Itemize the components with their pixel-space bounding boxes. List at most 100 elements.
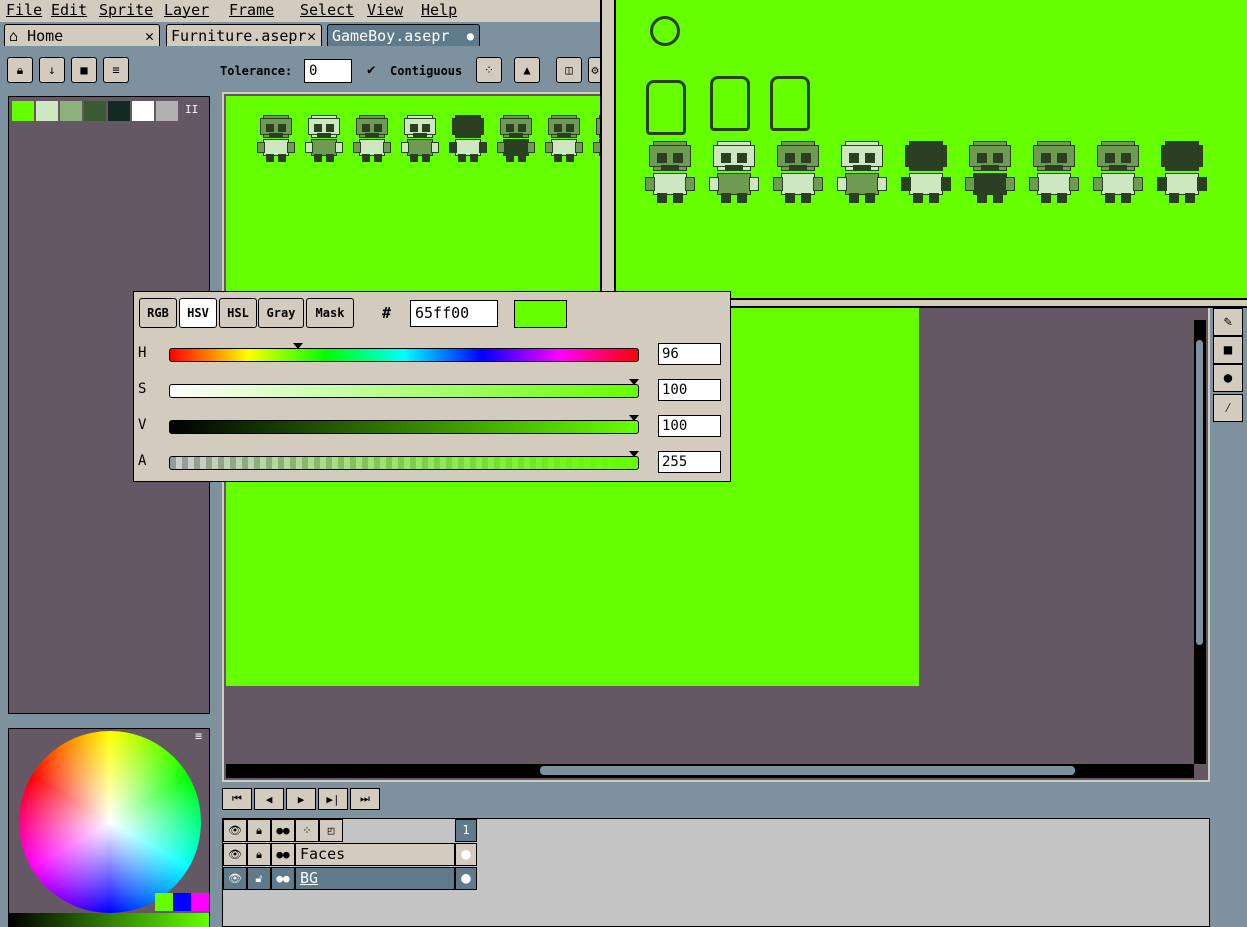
onion-icon[interactable]: ◰	[319, 819, 343, 842]
tolerance-input[interactable]: 0	[304, 59, 352, 83]
palette-swatch[interactable]	[12, 101, 34, 121]
cel-icon[interactable]: ●	[455, 843, 477, 866]
lock-icon[interactable]: 🔒︎	[247, 843, 271, 866]
continuous-icon[interactable]: ●●	[271, 843, 295, 866]
sample-icon[interactable]: ◫	[556, 57, 582, 83]
tab-gameboy-label: GameBoy.asepr	[332, 27, 450, 45]
cel-icon[interactable]: ●	[455, 867, 477, 890]
play-button[interactable]: ▶	[286, 788, 316, 810]
value-bar[interactable]	[9, 913, 209, 927]
horizontal-scrollbar[interactable]	[540, 766, 1075, 775]
checkbox-contiguous[interactable]: ✔	[367, 62, 375, 78]
first-frame-button[interactable]: ⏮	[222, 788, 252, 810]
lock-icon[interactable]: 🔒︎	[247, 819, 271, 842]
alpha-thumb[interactable]	[629, 451, 639, 457]
eye-icon[interactable]: 👁︎	[223, 819, 247, 842]
rect-icon[interactable]: ■	[1213, 336, 1243, 364]
mode-hsv-button[interactable]: HSV	[179, 298, 217, 328]
contiguous-label: Contiguous	[390, 64, 463, 78]
swatch-blue[interactable]	[173, 893, 191, 911]
next-frame-button[interactable]: ▶|	[318, 788, 348, 810]
vertical-scrollbar[interactable]	[1196, 340, 1203, 645]
menu-select[interactable]: Select	[300, 1, 354, 19]
h-label: H	[138, 345, 147, 361]
tab-home[interactable]: ⌂ Home ✕	[4, 24, 160, 46]
pencil-icon[interactable]: ✎	[1213, 308, 1243, 336]
mode-rgb-button[interactable]: RGB	[139, 298, 177, 328]
eye-icon[interactable]: 👁︎	[223, 867, 247, 890]
face-outline	[710, 76, 750, 131]
lock-icon[interactable]: 🔓︎	[247, 867, 271, 890]
menu-edit[interactable]: Edit	[51, 1, 87, 19]
continuous-icon[interactable]: ●●	[271, 867, 295, 890]
timeline: 👁︎ 🔒︎ ●● ⁘ ◰ 1 👁︎ 🔒︎ ●● Faces ● 👁︎ 🔓︎ ●●…	[222, 818, 1210, 927]
saturation-value[interactable]: 100	[658, 379, 721, 401]
continuous-icon[interactable]: ●●	[271, 819, 295, 842]
current-color-preview	[514, 300, 567, 328]
tab-gameboy[interactable]: GameBoy.asepr ●	[327, 24, 480, 46]
square-icon[interactable]: ■	[71, 57, 97, 83]
palette-swatch[interactable]	[60, 101, 82, 121]
layer-name[interactable]: Faces	[295, 843, 455, 866]
hex-hash-label: #	[382, 304, 392, 322]
swatch-green[interactable]	[155, 893, 173, 911]
palette-swatch[interactable]	[156, 101, 178, 121]
v-label: V	[138, 417, 147, 433]
menu-view[interactable]: View	[367, 1, 403, 19]
menu-frame[interactable]: Frame	[229, 1, 274, 19]
alpha-value[interactable]: 255	[658, 451, 721, 473]
sprite-characters	[250, 98, 631, 162]
close-icon[interactable]: ✕	[307, 25, 316, 47]
close-icon[interactable]: ✕	[145, 25, 154, 47]
mode-gray-button[interactable]: Gray	[258, 298, 304, 328]
smiley-icon	[650, 16, 680, 46]
value-thumb[interactable]	[629, 415, 639, 421]
layer-name[interactable]: BG	[295, 867, 455, 890]
palette-swatch[interactable]	[84, 101, 106, 121]
eye-icon[interactable]: 👁︎	[223, 843, 247, 866]
face-outline	[770, 76, 810, 131]
mode-mask-button[interactable]: Mask	[306, 298, 354, 328]
hue-slider[interactable]	[169, 348, 639, 362]
alpha-slider[interactable]	[169, 456, 639, 470]
s-label: S	[138, 381, 147, 397]
lock-icon[interactable]: 🔒︎	[7, 57, 33, 83]
palette-swatch[interactable]	[108, 101, 130, 121]
prev-frame-button[interactable]: ◀	[254, 788, 284, 810]
swatch-magenta[interactable]	[191, 893, 209, 911]
pixel-connectivity-icon[interactable]: ⁘	[476, 57, 502, 83]
tolerance-label: Tolerance:	[220, 64, 293, 78]
palette-swatch[interactable]	[132, 101, 154, 121]
last-frame-button[interactable]: ⏭	[350, 788, 380, 810]
tab-furniture-label: Furniture.asepr	[171, 27, 307, 45]
menu-file[interactable]: File	[6, 1, 42, 19]
layer-row-faces[interactable]: 👁︎ 🔒︎ ●● Faces ●	[223, 843, 477, 867]
spray-icon[interactable]: ⁄	[1213, 394, 1243, 422]
hue-value[interactable]: 96	[658, 343, 721, 365]
arrow-down-icon[interactable]: ↓	[39, 57, 65, 83]
color-wheel[interactable]	[19, 731, 201, 913]
modified-dot-icon[interactable]: ●	[467, 25, 474, 47]
palette-swatch[interactable]	[36, 101, 58, 121]
hue-thumb[interactable]	[293, 343, 304, 349]
menu-sprite[interactable]: Sprite	[99, 1, 153, 19]
frame-number[interactable]: 1	[455, 819, 477, 842]
value-value[interactable]: 100	[658, 415, 721, 437]
saturation-thumb[interactable]	[629, 379, 639, 385]
bucket-icon[interactable]: ▲	[514, 57, 540, 83]
home-icon: ⌂	[9, 27, 19, 45]
timeline-header: 👁︎ 🔒︎ ●● ⁘ ◰ 1	[223, 819, 477, 843]
menu-help[interactable]: Help	[421, 1, 457, 19]
hex-input[interactable]: 65ff00	[410, 300, 498, 327]
palette-menu-icon[interactable]: II	[185, 103, 198, 116]
link-icon[interactable]: ⁘	[295, 819, 319, 842]
menu-layer[interactable]: Layer	[164, 1, 209, 19]
menu-icon[interactable]: ≡	[195, 729, 202, 743]
tab-furniture[interactable]: Furniture.asepr ✕	[166, 24, 322, 46]
layer-row-bg[interactable]: 👁︎ 🔓︎ ●● BG ●	[223, 867, 477, 891]
blob-icon[interactable]: ●	[1213, 364, 1243, 392]
mode-hsl-button[interactable]: HSL	[219, 298, 257, 328]
saturation-slider[interactable]	[169, 384, 639, 398]
value-slider[interactable]	[169, 420, 639, 434]
menu-icon[interactable]: ≡	[103, 57, 129, 83]
